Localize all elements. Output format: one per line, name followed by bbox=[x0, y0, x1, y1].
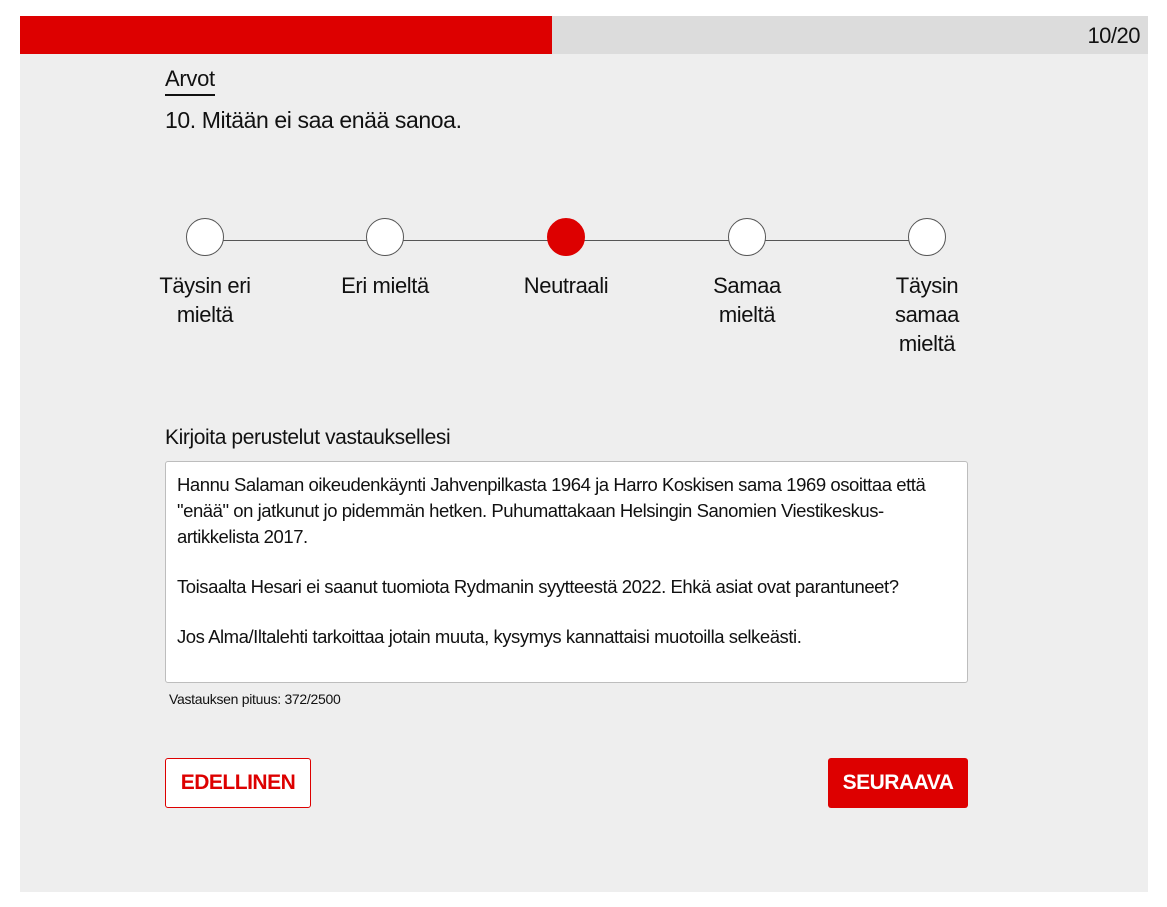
option-strongly-disagree[interactable]: Täysin eri mieltä bbox=[145, 218, 265, 329]
option-neutral[interactable]: Neutraali bbox=[506, 218, 626, 300]
progress-fill bbox=[20, 16, 553, 54]
answer-label: Kirjoita perustelut vastauksellesi bbox=[165, 426, 451, 449]
option-strongly-agree[interactable]: Täysin samaa mieltä bbox=[867, 218, 987, 358]
previous-button[interactable]: EDELLINEN bbox=[165, 758, 311, 808]
question-category: Arvot bbox=[165, 66, 215, 96]
answer-scale: Täysin eri mieltä Eri mieltä Neutraali S… bbox=[159, 218, 975, 388]
option-label: Samaa mieltä bbox=[713, 273, 781, 327]
progress-bar: 10/20 bbox=[20, 16, 1148, 54]
radio-button[interactable] bbox=[728, 218, 766, 256]
radio-button[interactable] bbox=[186, 218, 224, 256]
option-agree[interactable]: Samaa mieltä bbox=[687, 218, 807, 329]
option-label: Täysin eri mieltä bbox=[159, 273, 251, 327]
answer-paragraph: Hannu Salaman oikeudenkäynti Jahvenpilka… bbox=[177, 474, 931, 547]
option-label: Eri mieltä bbox=[341, 273, 429, 298]
radio-button[interactable] bbox=[908, 218, 946, 256]
answer-textarea[interactable]: Hannu Salaman oikeudenkäynti Jahvenpilka… bbox=[165, 461, 968, 683]
answer-paragraph: Toisaalta Hesari ei saanut tuomiota Rydm… bbox=[177, 576, 899, 597]
next-button[interactable]: SEURAAVA bbox=[828, 758, 968, 808]
radio-button[interactable] bbox=[366, 218, 404, 256]
option-disagree[interactable]: Eri mieltä bbox=[325, 218, 445, 300]
answer-paragraph: Jos Alma/Iltalehti tarkoittaa jotain muu… bbox=[177, 626, 802, 647]
option-label: Täysin samaa mieltä bbox=[894, 273, 960, 356]
question-title: 10. Mitään ei saa enää sanoa. bbox=[165, 107, 462, 133]
radio-button[interactable] bbox=[547, 218, 585, 256]
progress-counter: 10/20 bbox=[1087, 23, 1140, 48]
option-label: Neutraali bbox=[523, 273, 609, 298]
answer-length-counter: Vastauksen pituus: 372/2500 bbox=[169, 691, 341, 707]
